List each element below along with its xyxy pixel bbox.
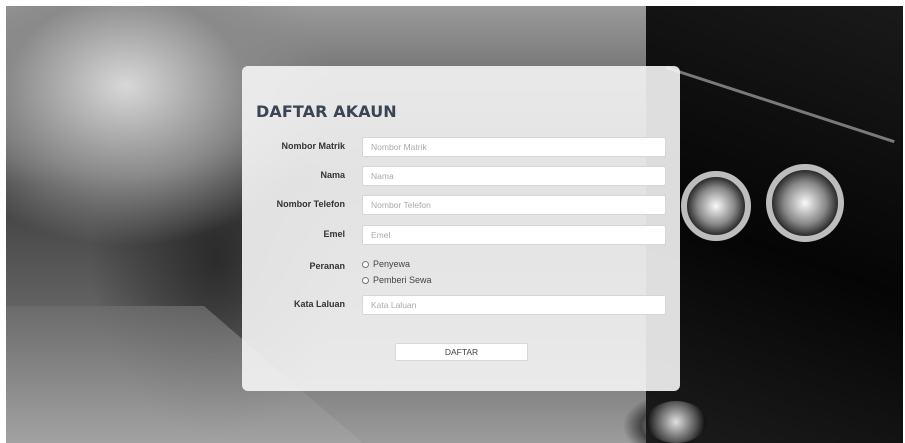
role-row: Peranan Penyewa Pemberi Sewa	[242, 257, 680, 293]
radio-button[interactable]	[362, 276, 369, 284]
form-title: DAFTAR AKAUN	[256, 102, 397, 121]
name-input[interactable]	[362, 166, 666, 186]
email-input[interactable]	[362, 225, 666, 245]
email-row: Emel	[242, 225, 680, 245]
matric-input[interactable]	[362, 137, 666, 157]
email-label: Emel	[323, 229, 345, 239]
role-option-label: Penyewa	[373, 259, 411, 269]
radio-button[interactable]	[362, 260, 369, 268]
matric-label: Nombor Matrik	[281, 141, 345, 151]
password-input[interactable]	[362, 295, 666, 315]
role-option-label: Pemberi Sewa	[373, 275, 432, 285]
password-row: Kata Laluan	[242, 295, 680, 315]
background-headlight-inner	[681, 171, 751, 241]
background-fog-light	[646, 401, 706, 443]
phone-input[interactable]	[362, 195, 666, 215]
role-option-pemberi-sewa[interactable]: Pemberi Sewa	[362, 273, 432, 287]
register-button[interactable]: DAFTAR	[395, 343, 528, 361]
phone-row: Nombor Telefon	[242, 195, 680, 215]
name-label: Nama	[320, 170, 345, 180]
background-headlight-outer	[766, 164, 844, 242]
password-label: Kata Laluan	[293, 299, 345, 309]
role-label: Peranan	[309, 261, 345, 271]
register-form-card: DAFTAR AKAUN Nombor Matrik Nama Nombor T…	[242, 66, 680, 391]
phone-label: Nombor Telefon	[276, 199, 345, 209]
role-option-penyewa[interactable]: Penyewa	[362, 257, 410, 271]
matric-row: Nombor Matrik	[242, 137, 680, 157]
name-row: Nama	[242, 166, 680, 186]
